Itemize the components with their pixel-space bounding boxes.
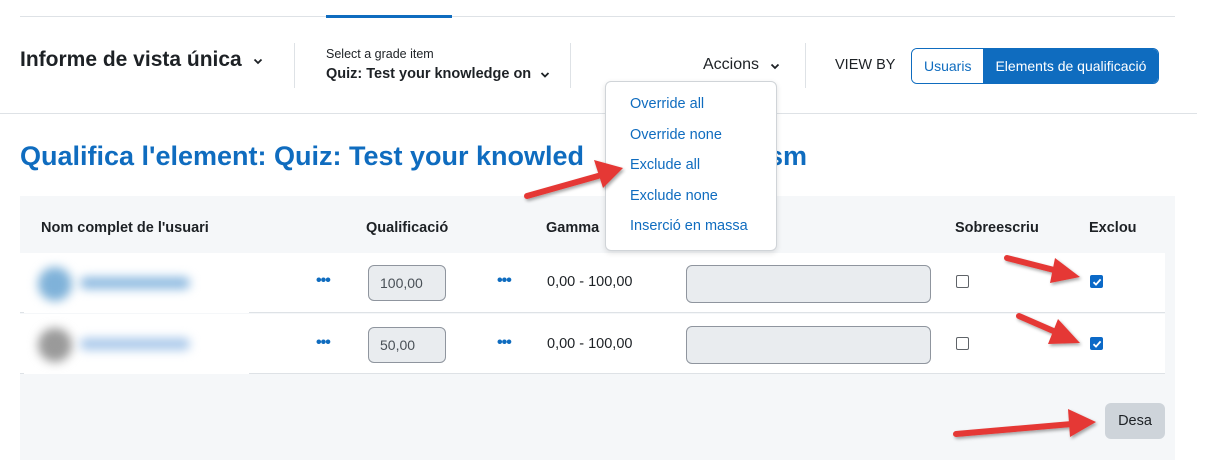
column-header-grade: Qualificació (366, 220, 449, 236)
header-separator (570, 43, 571, 88)
header-divider (0, 113, 1197, 114)
actions-dropdown-menu: Override all Override none Exclude all E… (605, 81, 777, 251)
page-title-left: Qualifica l'element: Quiz: Test your kno… (20, 141, 585, 171)
range-value: 0,00 - 100,00 (547, 336, 633, 352)
menu-item-exclude-none[interactable]: Exclude none (630, 188, 718, 204)
column-header-range: Gamma (546, 220, 600, 236)
menu-item-override-all[interactable]: Override all (630, 96, 704, 112)
grade-input[interactable]: 100,00 (368, 265, 446, 301)
avatar (38, 328, 72, 362)
chevron-down-icon (769, 59, 781, 71)
active-tab-indicator (326, 15, 452, 18)
user-name-redacted (80, 277, 190, 289)
header-separator (294, 43, 295, 88)
exclude-checkbox[interactable] (1090, 275, 1103, 288)
view-by-users-button[interactable]: Usuaris (912, 49, 984, 83)
avatar (38, 267, 72, 301)
grade-actions-menu-icon[interactable]: ••• (497, 272, 512, 290)
menu-item-exclude-all[interactable]: Exclude all (630, 157, 700, 173)
user-actions-menu-icon[interactable]: ••• (316, 334, 331, 352)
header-separator (805, 43, 806, 88)
user-cell[interactable] (24, 253, 249, 313)
feedback-input[interactable] (686, 326, 931, 364)
override-checkbox[interactable] (956, 275, 969, 288)
user-cell[interactable] (24, 314, 249, 374)
range-value: 0,00 - 100,00 (547, 274, 633, 290)
checkmark-icon (1092, 278, 1102, 286)
column-header-override: Sobreescriu (955, 220, 1039, 236)
user-name-redacted (80, 338, 190, 350)
grade-actions-menu-icon[interactable]: ••• (497, 334, 512, 352)
exclude-checkbox[interactable] (1090, 337, 1103, 350)
grade-item-selector[interactable]: Select a grade item Quiz: Test your know… (326, 47, 551, 82)
report-title: Informe de vista única (20, 48, 242, 71)
column-header-exclude: Exclou (1089, 220, 1137, 236)
actions-label: Accions (703, 56, 760, 73)
chevron-down-icon (252, 54, 264, 66)
view-by-grade-items-button[interactable]: Elements de qualificació (983, 49, 1159, 83)
actions-menu-button[interactable]: Accions (703, 56, 781, 74)
menu-item-bulk-insert[interactable]: Inserció en massa (630, 218, 748, 234)
view-by-label: VIEW BY (835, 57, 896, 73)
save-button[interactable]: Desa (1105, 403, 1165, 439)
view-by-toggle: Usuaris Elements de qualificació (911, 48, 1160, 84)
chevron-down-icon (539, 68, 551, 80)
grade-item-label: Select a grade item (326, 47, 434, 61)
grade-item-value: Quiz: Test your knowledge on (326, 66, 532, 82)
feedback-input[interactable] (686, 265, 931, 303)
menu-item-override-none[interactable]: Override none (630, 127, 722, 143)
user-actions-menu-icon[interactable]: ••• (316, 272, 331, 290)
column-header-fullname: Nom complet de l'usuari (41, 220, 209, 236)
checkmark-icon (1092, 340, 1102, 348)
report-type-selector[interactable]: Informe de vista única (20, 48, 264, 72)
grade-input[interactable]: 50,00 (368, 327, 446, 363)
tab-divider (20, 16, 1175, 17)
override-checkbox[interactable] (956, 337, 969, 350)
